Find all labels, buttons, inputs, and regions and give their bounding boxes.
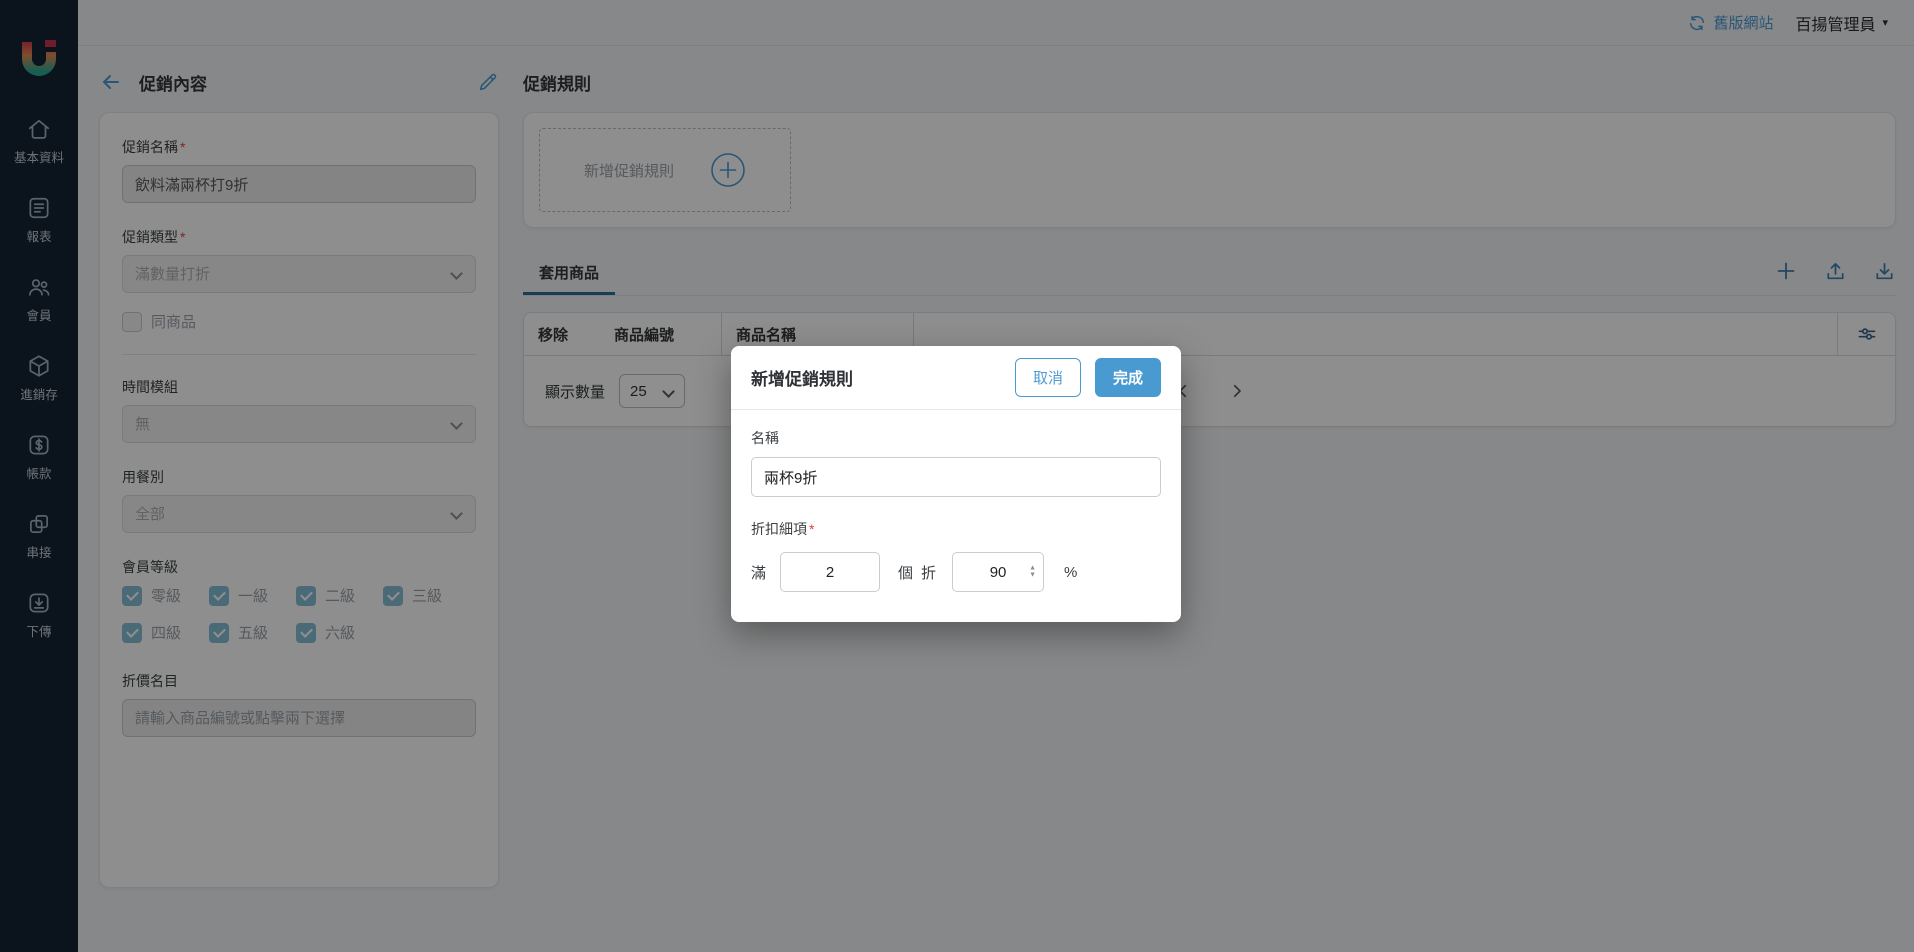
qty-unit-label: 個 bbox=[898, 564, 914, 582]
required-asterisk: * bbox=[809, 521, 815, 537]
add-rule-modal: 新增促銷規則 取消 完成 名稱 折扣細項* 滿 個 折 90 ▲▼ % bbox=[731, 346, 1181, 622]
modal-body: 名稱 折扣細項* 滿 個 折 90 ▲▼ % bbox=[731, 410, 1181, 622]
qty-prefix-label: 滿 bbox=[751, 564, 767, 582]
discount-percent-value: 90 bbox=[989, 563, 1007, 581]
discount-percent-input[interactable]: 90 ▲ ▼ bbox=[952, 552, 1045, 592]
rule-name-label: 名稱 bbox=[751, 430, 779, 446]
discount-detail-label: 折扣細項 * bbox=[751, 521, 815, 537]
number-stepper[interactable]: ▲ ▼ bbox=[1029, 565, 1036, 579]
app-viewport: 基本資料 報表 會員 進銷存 帳款 串接 下傳 舊版網站 百揚管理員 ▾ 促銷內… bbox=[0, 0, 1914, 952]
stepper-down-icon[interactable]: ▼ bbox=[1029, 572, 1036, 579]
modal-header: 新增促銷規則 取消 完成 bbox=[731, 346, 1181, 410]
done-button[interactable]: 完成 bbox=[1094, 358, 1161, 397]
min-quantity-input[interactable] bbox=[780, 552, 881, 592]
modal-title: 新增促銷規則 bbox=[751, 370, 853, 389]
percent-label: % bbox=[1064, 563, 1078, 581]
cancel-button[interactable]: 取消 bbox=[1014, 358, 1081, 397]
discount-prefix-label: 折 bbox=[921, 564, 937, 582]
discount-detail-row: 滿 個 折 90 ▲▼ % bbox=[751, 552, 1161, 592]
rule-name-input[interactable] bbox=[751, 457, 1161, 497]
